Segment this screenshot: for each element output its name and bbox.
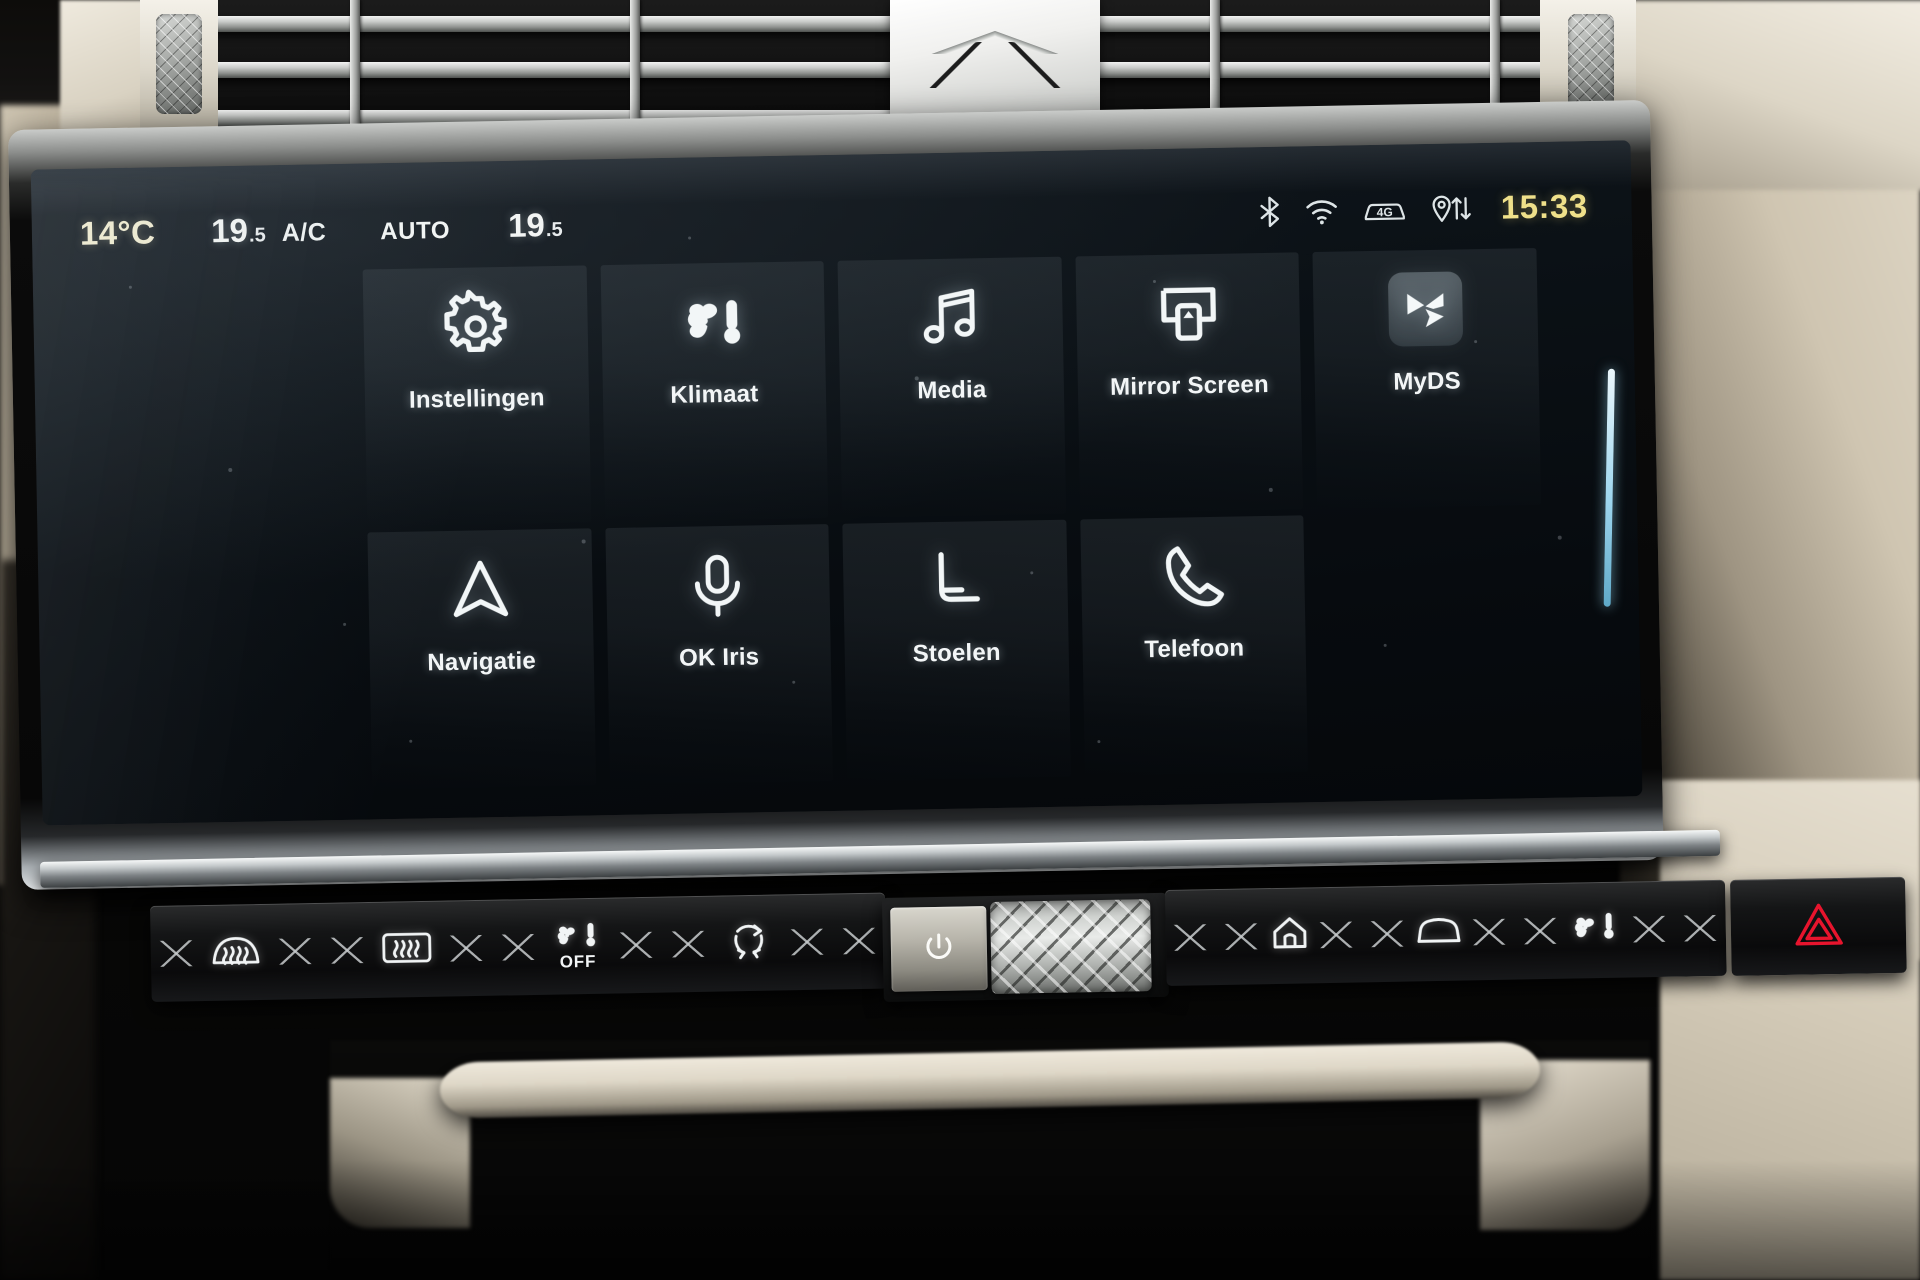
app-tile-label: Instellingen [408,384,545,414]
connected-car-4g-icon: 4G [1363,195,1408,224]
music-note-icon [913,280,988,355]
power-icon [922,929,957,969]
vent-diamond-texture [156,14,202,114]
driver-temperature-decimal: .5 [248,224,266,247]
diamond-separator [610,897,664,994]
diamond-separator [150,905,204,1002]
app-tile-instellingen[interactable]: Instellingen [362,265,591,527]
climate-off-button[interactable]: OFF [543,898,611,995]
phone-handset-icon [1155,539,1230,614]
passenger-temperature-decimal: .5 [545,218,563,242]
diamond-separator [1464,884,1517,981]
screen-glare-secondary [30,176,395,826]
diamond-separator [1216,888,1269,985]
app-tile-stoelen[interactable]: Stoelen [842,519,1071,781]
app-tile-label: Klimaat [670,380,759,409]
hazard-button[interactable] [1730,876,1907,976]
diamond-separator [1165,889,1218,986]
gear-icon [438,289,513,364]
hazard-triangle-icon [1792,899,1845,953]
app-tile-label: OK Iris [678,643,760,672]
car-seat-icon [918,543,993,618]
app-tile-myds[interactable]: MyDS [1312,248,1542,510]
microphone-icon [680,547,755,622]
app-tile-label: Media [917,376,987,405]
driver-temperature[interactable]: 19 .5 [211,211,266,250]
page-scroll-indicator[interactable] [1603,368,1616,607]
app-tile-telefoon[interactable]: Telefoon [1080,515,1309,777]
ds-logo-icon [1388,271,1464,347]
diamond-separator [662,896,716,993]
fan-thermometer-icon [1566,907,1625,953]
app-tile-label: Telefoon [1144,634,1245,664]
front-defrost-button[interactable] [202,904,270,1001]
passenger-temperature-value: 19 [507,206,546,244]
clock: 15:33 [1500,187,1588,226]
diamond-separator [491,899,545,996]
vent-center-emblem [890,0,1100,118]
diamond-separator [833,893,887,990]
touchscreen-display[interactable]: 14°C 19 .5 A/C AUTO 19 .5 4G 15:33 Inste… [30,140,1643,826]
driver-temperature-value: 19 [210,211,249,250]
air-recirculation-icon [724,918,773,968]
diamond-separator [1674,880,1727,977]
function-button-bar-right [1165,879,1727,986]
ac-label[interactable]: A/C [281,218,326,248]
power-and-volume-pod [882,892,1169,1002]
navigation-arrow-icon [443,552,518,627]
app-tile-label: MyDS [1393,367,1462,396]
diamond-separator [1515,883,1568,980]
app-tile-empty-slot [1318,511,1546,772]
recirculation-button[interactable] [714,894,782,991]
diamond-separator [1310,886,1363,983]
wifi-icon [1305,197,1340,226]
climate-button[interactable] [1565,882,1625,979]
diamond-separator [321,902,375,999]
windshield-defrost-icon [206,927,267,977]
outside-temperature: 14°C [79,213,156,252]
auto-climate-label[interactable]: AUTO [380,217,450,246]
app-tile-navigatie[interactable]: Navigatie [367,528,596,790]
diamond-separator [269,903,323,1000]
status-bar-indicators: 4G 15:33 [1258,187,1588,231]
fan-thermometer-icon [675,284,750,359]
rear-window-defrost-icon [378,924,437,974]
diamond-separator [1361,885,1414,982]
app-tile-ok-iris[interactable]: OK Iris [604,524,834,786]
climate-button-bar-left: OFF [150,892,887,1002]
screen-mirroring-icon [1150,276,1225,351]
diamond-separator [439,900,493,997]
vent-diamond-texture-right [1568,14,1614,114]
climate-off-icon: OFF [549,920,606,972]
passenger-temperature[interactable]: 19 .5 [508,206,563,245]
rear-defrost-button[interactable] [373,901,441,998]
infotainment-screen-housing: 14°C 19 .5 A/C AUTO 19 .5 4G 15:33 Inste… [8,99,1664,890]
home-icon [1267,912,1312,960]
app-tile-label: Mirror Screen [1109,370,1270,401]
status-bar-climate-group: 14°C 19 .5 A/C AUTO 19 .5 [80,206,563,253]
car-icon [1412,910,1465,956]
app-tile-label: Stoelen [912,638,1002,668]
app-tile-klimaat[interactable]: Klimaat [600,261,829,523]
location-data-transfer-icon [1431,193,1472,224]
app-tile-label: Navigatie [427,647,537,677]
app-tile-mirror-screen[interactable]: Mirror Screen [1075,252,1304,514]
photo-scene: 14°C 19 .5 A/C AUTO 19 .5 4G 15:33 Inste… [0,0,1920,1280]
home-button[interactable] [1266,887,1312,984]
power-button[interactable] [890,906,988,992]
status-bar: 14°C 19 .5 A/C AUTO 19 .5 4G 15:33 [79,179,1588,261]
vehicle-button[interactable] [1412,885,1466,982]
knurled-roller-icon[interactable] [990,899,1152,995]
bluetooth-icon [1259,196,1282,228]
diamond-separator [781,893,835,990]
home-app-grid: Instellingen Klimaat Media Mirror Screen… [362,248,1546,790]
diamond-separator [1623,881,1676,978]
app-tile-media[interactable]: Media [837,256,1067,518]
svg-text:4G: 4G [1377,205,1393,219]
climate-off-label: OFF [559,951,597,971]
